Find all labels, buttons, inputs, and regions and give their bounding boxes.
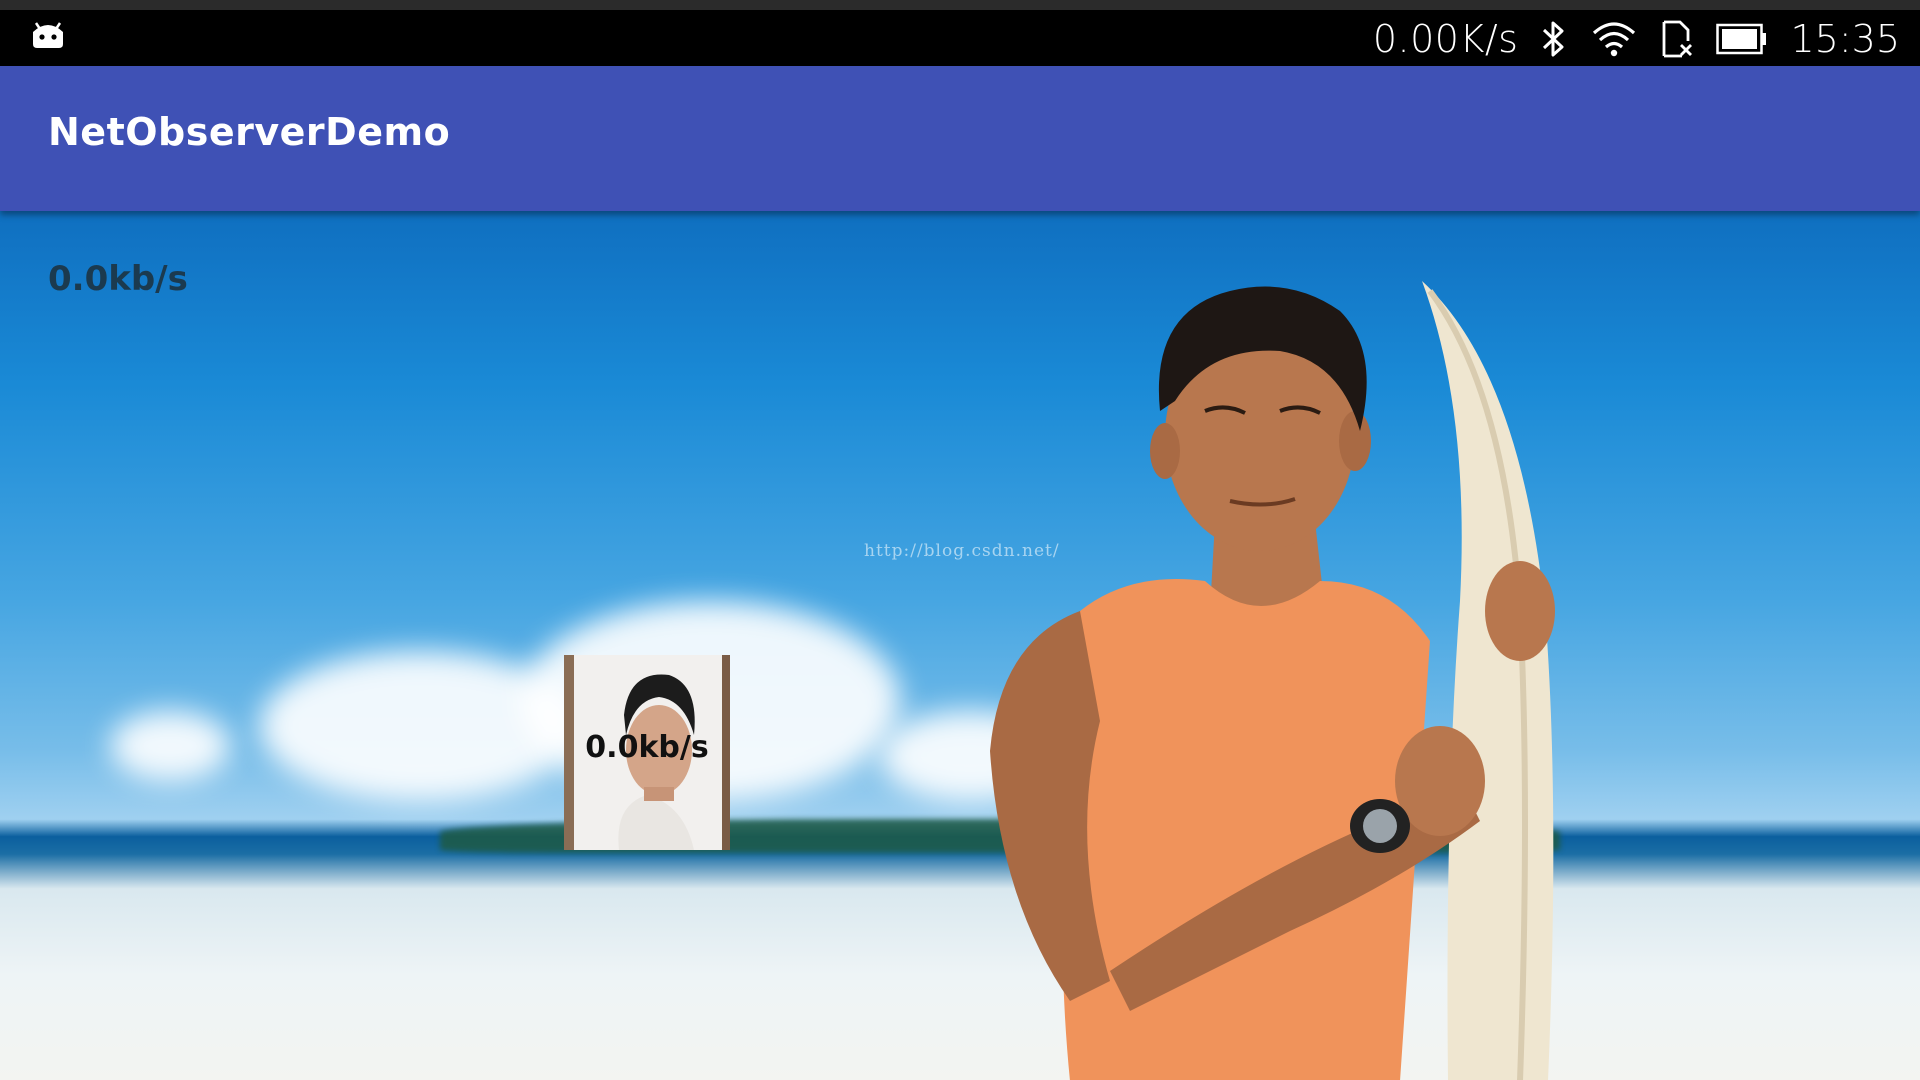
background-cloud bbox=[110, 711, 230, 781]
battery-icon bbox=[1716, 23, 1767, 55]
wifi-icon bbox=[1593, 22, 1636, 57]
sim-missing-icon bbox=[1663, 20, 1693, 58]
app-bar: NetObserverDemo bbox=[0, 66, 1920, 211]
surfer-photo bbox=[990, 281, 1555, 1080]
net-speed-indicator: 0.00K/s bbox=[1372, 17, 1519, 61]
status-clock: 15:35 bbox=[1790, 17, 1900, 61]
net-speed-text: 0.0kb/s bbox=[48, 259, 188, 299]
status-right-cluster: 0.00K/s 15:35 bbox=[1373, 14, 1900, 64]
floating-speed-window[interactable]: 0.0kb/s bbox=[564, 655, 730, 850]
bluetooth-icon bbox=[1543, 21, 1564, 57]
android-debug-icon bbox=[33, 22, 63, 48]
content-area: http://blog.csdn.net/ 0.0kb/s 0.0kb/s bbox=[0, 211, 1920, 1080]
screen: 0.00K/s 15:35 NetObserverDemo http://blo… bbox=[0, 0, 1920, 1080]
app-title: NetObserverDemo bbox=[48, 110, 451, 154]
floating-speed-text: 0.0kb/s bbox=[585, 730, 709, 765]
status-bar: 0.00K/s 15:35 bbox=[0, 0, 1920, 66]
